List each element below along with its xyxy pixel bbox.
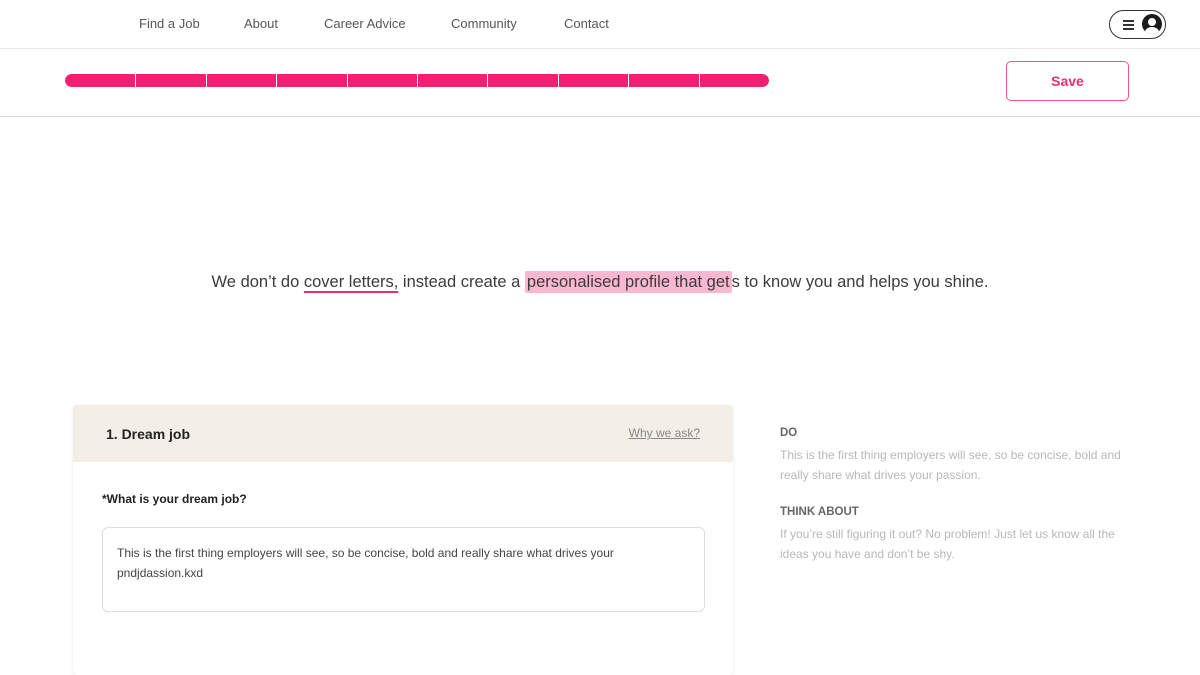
tip-do-text: This is the first thing employers will s… — [780, 448, 1121, 482]
progress-segment-divider — [628, 74, 630, 87]
top-navigation: Find a Job About Career Advice Community… — [0, 0, 1200, 49]
dream-job-label: *What is your dream job? — [102, 492, 247, 506]
progress-segment-divider — [698, 74, 700, 87]
profile-progress-bar — [65, 74, 769, 87]
progress-segment-divider — [205, 74, 207, 87]
card-header: 1. Dream job Why we ask? — [73, 405, 733, 462]
tip-think-about-text: If you’re still figuring it out? No prob… — [780, 527, 1115, 561]
nav-link-community[interactable]: Community — [451, 16, 517, 31]
progress-segment-divider — [135, 74, 137, 87]
progress-segment-divider — [346, 74, 348, 87]
nav-link-find-a-job[interactable]: Find a Job — [139, 16, 200, 31]
nav-link-career-advice[interactable]: Career Advice — [324, 16, 406, 31]
progress-header: Save — [0, 49, 1200, 117]
nav-link-contact[interactable]: Contact — [564, 16, 609, 31]
progress-segment-divider — [276, 74, 278, 87]
progress-segment-divider — [417, 74, 418, 87]
progress-segment-divider — [557, 74, 559, 87]
account-menu-button[interactable] — [1109, 10, 1166, 39]
headline-highlighted-text: personalised profile that get — [524, 271, 732, 293]
question-card: 1. Dream job Why we ask? *What is your d… — [73, 405, 733, 675]
dream-job-input[interactable]: This is the first thing employers will s… — [102, 527, 705, 612]
nav-link-about[interactable]: About — [244, 16, 278, 31]
hamburger-icon — [1123, 20, 1134, 32]
save-button[interactable]: Save — [1006, 61, 1129, 101]
user-avatar-icon — [1142, 14, 1162, 34]
card-title: 1. Dream job — [106, 426, 191, 442]
page-headline: We don’t do cover letters, instead creat… — [0, 271, 1200, 293]
headline-text-3: s to know you and helps you shine. — [731, 273, 989, 291]
progress-segment-divider — [487, 74, 489, 87]
tip-do-heading: DO — [780, 427, 798, 439]
headline-text-2: instead create a — [398, 273, 525, 291]
why-we-ask-link[interactable]: Why we ask? — [629, 426, 700, 440]
headline-text-1: We don’t do — [211, 273, 304, 291]
headline-underlined-text: cover letters, — [303, 273, 399, 291]
tip-think-about-heading: THINK ABOUT — [780, 506, 859, 518]
